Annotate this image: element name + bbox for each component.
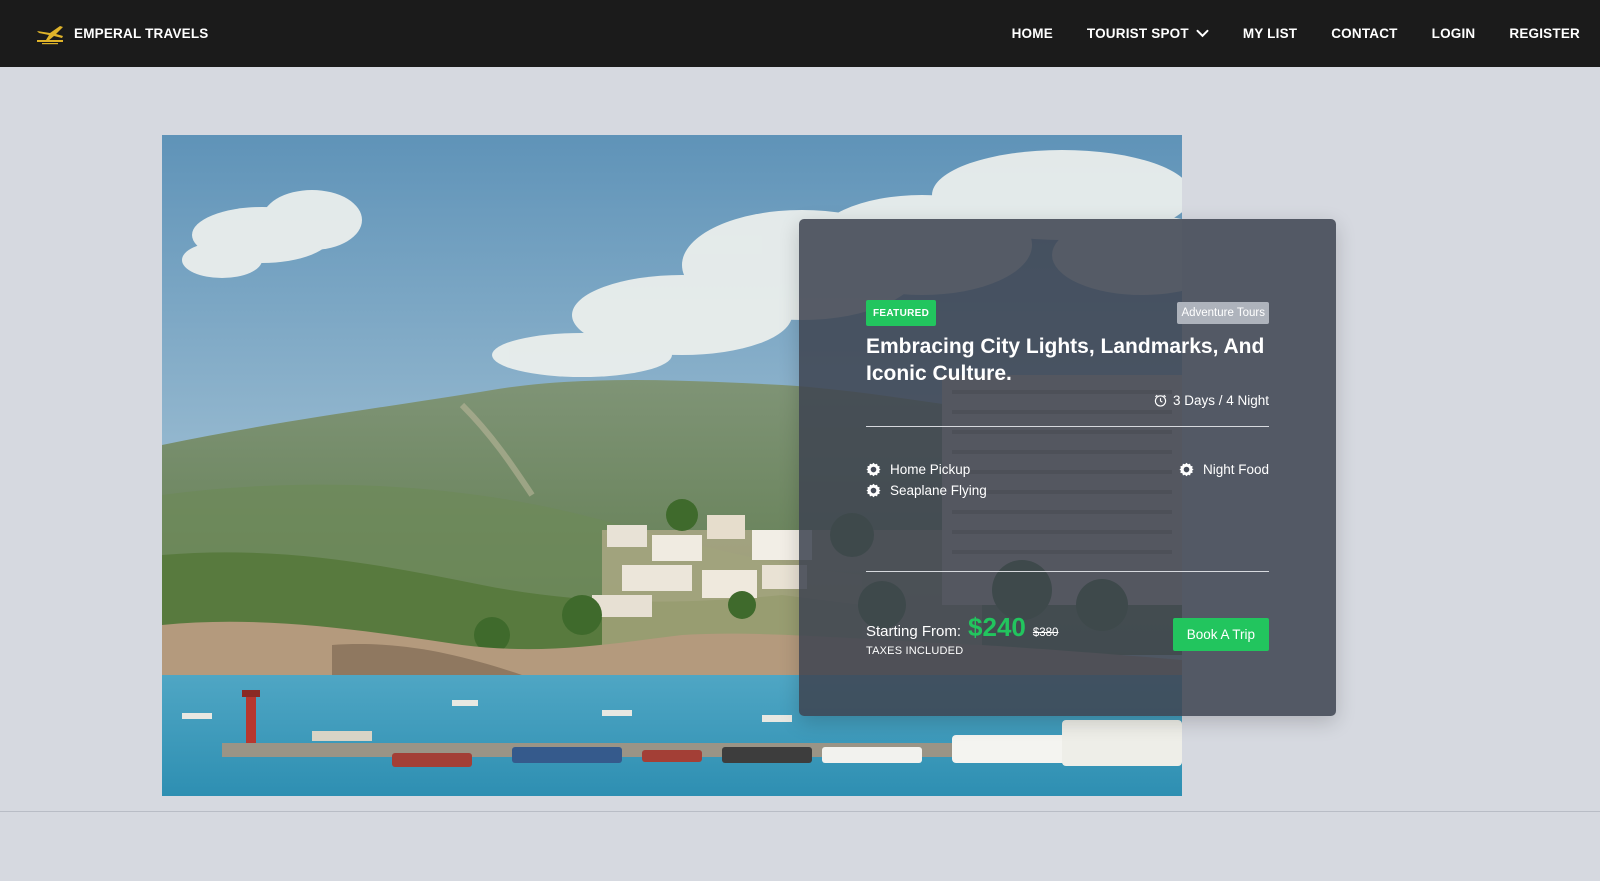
tour-features: Home Pickup Seaplane Flying Night Food <box>866 462 1269 532</box>
taxes-note: TAXES INCLUDED <box>866 645 964 657</box>
plane-logo-icon <box>37 25 63 44</box>
price-line: Starting From: $240 $380 <box>866 612 1058 643</box>
gear-icon <box>1179 462 1194 477</box>
tour-duration: 3 Days / 4 Night <box>866 393 1269 408</box>
feature-label: Seaplane Flying <box>890 483 987 498</box>
tour-title: Embracing City Lights, Landmarks, And Ic… <box>866 335 1265 385</box>
features-right: Night Food <box>1179 462 1269 532</box>
featured-badge: FEATURED <box>866 300 937 326</box>
footer-divider <box>0 811 1600 812</box>
book-trip-button[interactable]: Book A Trip <box>1172 618 1269 651</box>
gear-icon <box>866 462 881 477</box>
navbar: EMPERAL TRAVELS HOME TOURIST SPOT MY LIS… <box>0 0 1600 67</box>
nav-register[interactable]: REGISTER <box>1509 26 1580 41</box>
nav-contact[interactable]: CONTACT <box>1331 26 1397 41</box>
category-badge[interactable]: Adventure Tours <box>1177 302 1269 324</box>
features-left: Home Pickup Seaplane Flying <box>866 462 987 532</box>
nav-tourist-spot-label: TOURIST SPOT <box>1086 26 1189 41</box>
feature-label: Home Pickup <box>890 462 971 477</box>
nav-my-list[interactable]: MY LIST <box>1243 26 1297 41</box>
current-price: $240 <box>968 612 1026 642</box>
feature-item: Night Food <box>1179 462 1269 477</box>
nav-home[interactable]: HOME <box>1012 26 1053 41</box>
old-price: $380 <box>1032 627 1059 639</box>
divider <box>866 426 1269 427</box>
brand-home-link[interactable]: EMPERAL TRAVELS <box>34 22 209 46</box>
starting-label: Starting From: <box>866 623 962 640</box>
brand-name: EMPERAL TRAVELS <box>74 26 209 41</box>
price-block: Starting From: $240 $380 TAXES INCLUDED <box>866 612 1058 657</box>
feature-item: Home Pickup <box>866 462 987 477</box>
card-badges: FEATURED Adventure Tours <box>866 300 1269 326</box>
nav-tourist-spot[interactable]: TOURIST SPOT <box>1087 26 1209 41</box>
chevron-down-icon <box>1196 29 1209 38</box>
gear-icon <box>866 483 881 498</box>
feature-label: Night Food <box>1202 462 1269 477</box>
nav-login[interactable]: LOGIN <box>1432 26 1476 41</box>
price-row: Starting From: $240 $380 TAXES INCLUDED … <box>866 612 1269 657</box>
featured-tour-card: FEATURED Adventure Tours Embracing City … <box>799 219 1336 716</box>
clock-icon <box>1154 394 1167 407</box>
feature-item: Seaplane Flying <box>866 483 987 498</box>
duration-text: 3 Days / 4 Night <box>1172 393 1269 408</box>
nav-links: HOME TOURIST SPOT MY LIST CONTACT LOGIN … <box>1012 26 1580 41</box>
divider <box>866 571 1269 572</box>
